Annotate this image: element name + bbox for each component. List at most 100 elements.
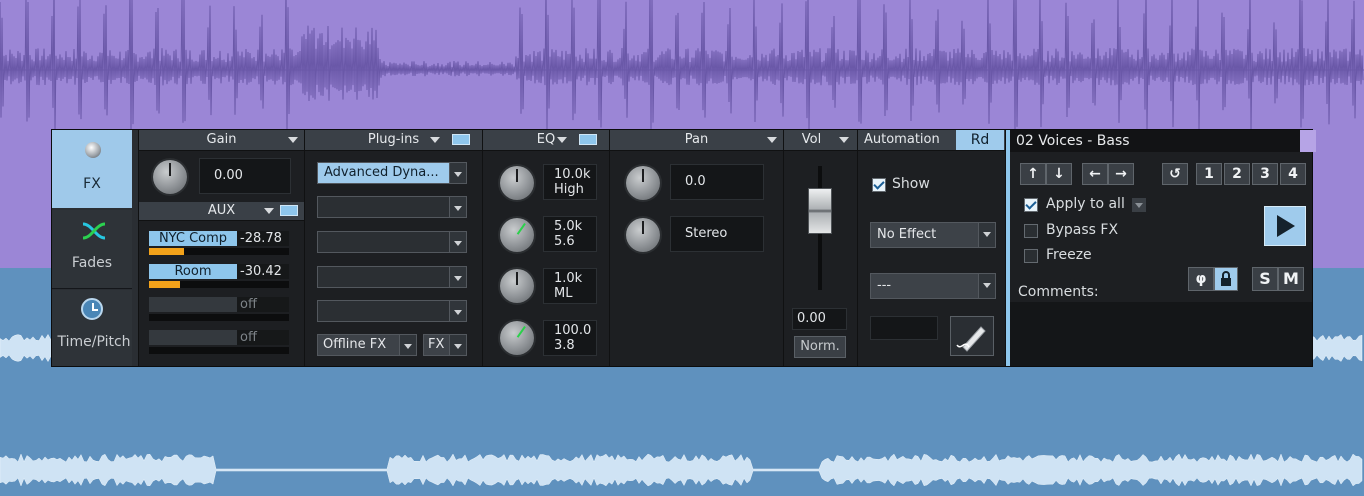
tab-time-pitch[interactable]: Time/Pitch xyxy=(52,290,132,366)
arrow-up-icon: ↑ xyxy=(1027,166,1039,182)
pan-header-label: Pan xyxy=(684,132,709,147)
plugins-section: Plug-ins Advanced Dyna... Offline FX FX xyxy=(305,130,483,366)
fx-menu-button[interactable]: FX xyxy=(423,334,467,356)
automation-effect-value: No Effect xyxy=(877,227,937,242)
move-down-button[interactable]: ↓ xyxy=(1046,163,1072,185)
automation-header-label: Automation xyxy=(864,132,940,147)
volume-value[interactable]: 0.00 xyxy=(792,308,847,330)
stereo-width-knob[interactable] xyxy=(626,218,660,252)
automation-parameter-dropdown[interactable]: --- xyxy=(870,273,996,299)
eq-knob-hm[interactable] xyxy=(500,218,534,252)
aux-send-2[interactable]: Room -30.42 xyxy=(149,264,289,288)
apply-to-all-checkbox[interactable] xyxy=(1024,198,1038,212)
aux-send-3[interactable]: off xyxy=(149,297,289,321)
eq-header[interactable]: EQ xyxy=(483,130,609,151)
reset-icon: ↺ xyxy=(1169,166,1181,182)
eq-header-label: EQ xyxy=(536,132,556,147)
offline-fx-button[interactable]: Offline FX xyxy=(317,334,417,356)
chevron-down-icon xyxy=(449,267,466,287)
plugin-slot-5[interactable] xyxy=(317,300,467,322)
side-tabs: FX Fades Time/Pitch xyxy=(52,130,139,366)
plugins-header[interactable]: Plug-ins xyxy=(305,130,482,151)
plugin-slot-1[interactable]: Advanced Dyna... xyxy=(317,162,467,184)
plugin-slot-2[interactable] xyxy=(317,196,467,218)
aux-send-value: off xyxy=(237,330,289,345)
play-button[interactable] xyxy=(1264,206,1306,246)
eq-band-low[interactable]: 100.0 3.8 xyxy=(543,320,597,356)
eq-band-high[interactable]: 10.0k High xyxy=(543,164,597,200)
preset-3-button[interactable]: 3 xyxy=(1252,163,1278,185)
aux-send-value: -30.42 xyxy=(237,264,289,279)
volume-fader-handle[interactable] xyxy=(808,188,832,234)
phase-invert-button[interactable]: φ xyxy=(1188,267,1214,291)
eq-enable-led[interactable] xyxy=(579,134,597,145)
arrow-left-icon: ← xyxy=(1089,166,1101,182)
freeze-checkbox[interactable] xyxy=(1024,249,1038,263)
pan-value[interactable]: 0.0 xyxy=(670,164,764,200)
vol-header-label: Vol xyxy=(801,132,822,147)
plugins-enable-led[interactable] xyxy=(452,134,470,145)
pan-header[interactable]: Pan xyxy=(610,130,783,151)
aux-header[interactable]: AUX xyxy=(139,202,304,221)
automation-section: Automation Rd Show No Effect --- xyxy=(858,130,1006,366)
move-right-button[interactable]: → xyxy=(1108,163,1134,185)
gain-value[interactable]: 0.00 xyxy=(199,158,291,194)
tab-fades[interactable]: Fades xyxy=(52,210,132,289)
track-name[interactable]: 02 Voices - Bass xyxy=(1010,130,1300,152)
tab-fx[interactable]: FX xyxy=(52,130,132,208)
normalize-button[interactable]: Norm. xyxy=(794,336,846,358)
eq-band-ml[interactable]: 1.0k ML xyxy=(543,268,597,304)
aux-send-meter xyxy=(149,281,289,288)
knob-icon xyxy=(85,142,101,158)
eq-knob-ml[interactable] xyxy=(500,269,534,303)
plugin-slot-3[interactable] xyxy=(317,231,467,253)
aux-send-name: NYC Comp xyxy=(149,231,237,246)
eq-knob-low[interactable] xyxy=(500,321,534,355)
eq-band-freq: 5.0k xyxy=(554,219,583,234)
automation-effect-dropdown[interactable]: No Effect xyxy=(870,222,996,248)
chevron-down-icon xyxy=(449,232,466,252)
pan-knob[interactable] xyxy=(626,166,660,200)
bypass-fx-checkbox[interactable] xyxy=(1024,224,1038,238)
chevron-down-icon xyxy=(449,197,466,217)
aux-send-value: -28.78 xyxy=(237,231,289,246)
automation-draw-button[interactable] xyxy=(950,316,994,356)
eq-band-param: High xyxy=(554,182,584,197)
gain-knob[interactable] xyxy=(153,160,187,194)
preset-2-button[interactable]: 2 xyxy=(1224,163,1250,185)
solo-button[interactable]: S xyxy=(1252,267,1278,291)
preset-4-button[interactable]: 4 xyxy=(1280,163,1306,185)
track-color-swatch[interactable] xyxy=(1300,130,1316,152)
chevron-down-icon xyxy=(978,274,995,298)
eq-knob-high[interactable] xyxy=(500,166,534,200)
vol-header[interactable]: Vol xyxy=(784,130,857,151)
gain-header[interactable]: Gain xyxy=(139,130,304,151)
move-up-button[interactable]: ↑ xyxy=(1020,163,1046,185)
fx-menu-label: FX xyxy=(428,337,445,352)
eq-band-hm[interactable]: 5.0k 5.6 xyxy=(543,216,597,252)
gain-header-label: Gain xyxy=(206,132,237,147)
chevron-down-icon xyxy=(449,301,466,321)
gain-aux-section: Gain 0.00 AUX NYC Comp -28.78 Room -30.4… xyxy=(139,130,305,366)
apply-to-all-label: Apply to all xyxy=(1046,196,1125,212)
comments-textarea[interactable] xyxy=(1010,302,1312,366)
comments-label: Comments: xyxy=(1018,284,1099,300)
automation-mode-button[interactable]: Rd xyxy=(956,130,1004,150)
move-left-button[interactable]: ← xyxy=(1082,163,1108,185)
apply-to-all-dropdown[interactable] xyxy=(1132,198,1146,212)
plugin-slot-label: Advanced Dyna... xyxy=(324,165,439,180)
reset-button[interactable]: ↺ xyxy=(1162,163,1188,185)
plugin-slot-4[interactable] xyxy=(317,266,467,288)
lock-button[interactable] xyxy=(1214,267,1238,291)
pan-mode[interactable]: Stereo xyxy=(670,216,764,252)
pencil-icon xyxy=(956,326,986,352)
lock-icon xyxy=(1221,271,1231,286)
mute-button[interactable]: M xyxy=(1278,267,1304,291)
aux-send-1[interactable]: NYC Comp -28.78 xyxy=(149,231,289,255)
automation-value-field[interactable] xyxy=(870,316,938,340)
preset-1-button[interactable]: 1 xyxy=(1196,163,1222,185)
aux-enable-led[interactable] xyxy=(280,205,298,216)
eq-band-param: 5.6 xyxy=(554,234,575,249)
aux-send-4[interactable]: off xyxy=(149,330,289,354)
show-automation-checkbox[interactable] xyxy=(872,178,886,192)
